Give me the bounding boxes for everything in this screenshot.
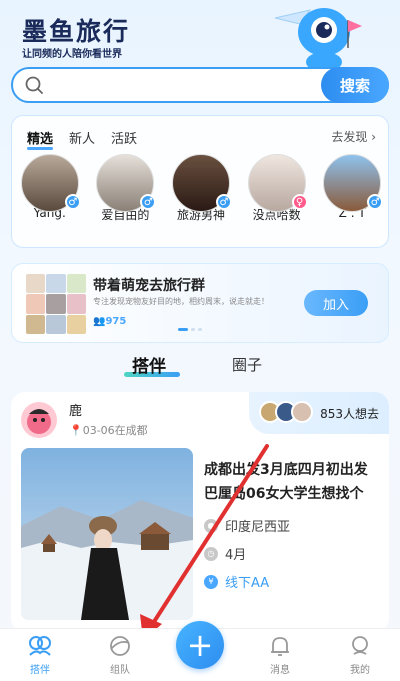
user-item[interactable]: ♂ 爱自由的 — [93, 154, 157, 223]
search-input[interactable] — [53, 73, 323, 97]
discover-label: 去发现 — [331, 130, 368, 144]
add-post-button[interactable]: + — [176, 621, 224, 669]
user-item[interactable]: ♂ 旅游男神 — [169, 154, 233, 223]
post-image[interactable] — [21, 448, 193, 620]
profile-icon — [352, 636, 368, 655]
carousel-dot — [198, 328, 202, 331]
male-icon: ♂ — [215, 194, 232, 210]
want-avatars — [259, 401, 313, 423]
tab-partner[interactable]: 搭伴 — [132, 352, 166, 377]
user-list: ♂ Yang. ♂ 爱自由的 ♂ 旅游男神 ♀ 没点哈数 ♂ Z . T — [12, 154, 390, 223]
user-item[interactable]: ♀ 没点哈数 — [245, 154, 309, 223]
male-icon: ♂ — [367, 194, 384, 210]
carousel-dot — [191, 328, 195, 331]
user-item[interactable]: ♂ Z . T — [320, 154, 384, 223]
banner-title: 带着萌宠去旅行群 — [93, 278, 205, 294]
carousel-dot — [178, 328, 188, 331]
join-button[interactable]: 加入 — [304, 290, 368, 316]
post-author[interactable]: 鹿 — [69, 400, 82, 419]
yen-icon: ¥ — [204, 574, 218, 589]
bell-icon — [271, 637, 289, 656]
location-icon: ● — [204, 518, 218, 533]
avatar — [291, 401, 313, 423]
nav-team[interactable]: 组队 — [90, 635, 150, 676]
tab-new[interactable]: 新人 — [69, 128, 95, 147]
banner-subtitle: 专注发现宠物友好目的地，相约周末，说走就走！ — [93, 297, 269, 306]
chevron-right-icon: › — [371, 130, 376, 144]
app-slogan: 让同频的人陪你看世界 — [22, 49, 122, 60]
want-to-go-block[interactable]: 853人想去 — [249, 392, 389, 434]
search-bar: 搜索 — [11, 67, 389, 103]
cartoon-avatar-icon — [27, 409, 51, 434]
bottom-nav: 搭伴 组队 + 消息 我的 — [0, 621, 400, 681]
nav-messages[interactable]: 消息 — [250, 635, 310, 676]
tab-active[interactable]: 活跃 — [111, 128, 137, 147]
discover-link[interactable]: 去发现 › — [331, 128, 376, 145]
price-row: ¥ 线下AA — [204, 572, 269, 591]
user-filter-tabs: 精选 新人 活跃 — [27, 128, 137, 150]
featured-users-card: 精选 新人 活跃 去发现 › ♂ Yang. ♂ 爱自由的 ♂ 旅游男神 ♀ 没… — [11, 115, 389, 248]
snow-scene-photo — [21, 448, 193, 620]
nav-partner[interactable]: 搭伴 — [10, 635, 70, 676]
post-card[interactable]: 鹿 📍03-06在成都 853人想去 成都出发3月底四月初出发巴厘岛06女大学生… — [11, 392, 389, 632]
carousel-indicator — [178, 328, 202, 331]
clock-icon: ◷ — [204, 546, 218, 561]
want-count: 853人想去 — [320, 407, 379, 421]
group-banner[interactable]: 带着萌宠去旅行群 专注发现宠物友好目的地，相约周末，说走就走！ 👥975 加入 — [11, 263, 389, 343]
plus-icon: + — [186, 626, 214, 664]
post-meta: 📍03-06在成都 — [69, 424, 148, 437]
nav-profile[interactable]: 我的 — [330, 635, 390, 676]
group-photo-grid — [26, 274, 86, 334]
male-icon: ♂ — [64, 194, 81, 210]
location-pin-icon: 📍 — [69, 424, 83, 437]
user-item[interactable]: ♂ Yang. — [18, 154, 82, 223]
app-logo: 墨鱼旅行 — [22, 17, 131, 46]
destination-row: ● 印度尼西亚 — [204, 516, 290, 535]
people-icon: 👥 — [93, 316, 106, 327]
partner-icon — [29, 636, 51, 656]
cyclops-mascot-icon — [274, 8, 362, 72]
female-icon: ♀ — [291, 194, 308, 210]
tab-circle[interactable]: 圈子 — [232, 354, 262, 375]
team-icon — [110, 636, 130, 656]
member-count: 👥975 — [93, 316, 127, 327]
search-button[interactable]: 搜索 — [321, 67, 389, 103]
avatar — [21, 402, 57, 438]
post-title: 成都出发3月底四月初出发巴厘岛06女大学生想找个 — [204, 462, 368, 502]
tab-featured[interactable]: 精选 — [27, 128, 54, 150]
male-icon: ♂ — [140, 194, 157, 210]
time-row: ◷ 4月 — [204, 544, 246, 563]
search-icon — [25, 76, 43, 94]
